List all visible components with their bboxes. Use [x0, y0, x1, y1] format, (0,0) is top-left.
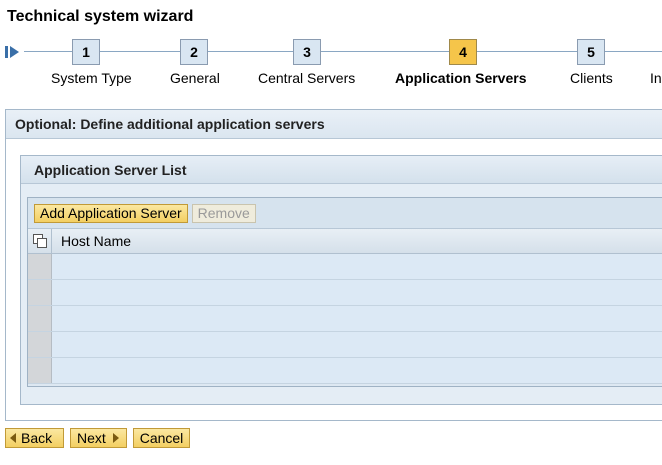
wizard-title: Technical system wizard: [7, 8, 194, 25]
row-selector[interactable]: [28, 254, 52, 279]
table-row[interactable]: [28, 332, 662, 358]
back-button-label: Back: [21, 430, 53, 446]
remove-button[interactable]: Remove: [191, 204, 256, 223]
roadmap-label-truncated[interactable]: In: [650, 70, 662, 86]
select-all-icon[interactable]: [28, 229, 52, 254]
back-button[interactable]: Back: [5, 428, 64, 448]
roadmap-label-application-servers[interactable]: Application Servers: [395, 70, 527, 86]
table-row[interactable]: [28, 306, 662, 332]
roadmap-label-clients[interactable]: Clients: [570, 70, 613, 86]
main-panel-header: Optional: Define additional application …: [6, 110, 662, 139]
row-selector[interactable]: [28, 358, 52, 383]
row-selector[interactable]: [28, 280, 52, 305]
application-server-table: Add Application Server Remove Host Name: [27, 197, 662, 387]
table-row[interactable]: [28, 280, 662, 306]
roadmap-step-4[interactable]: 4: [449, 39, 477, 65]
roadmap-step-2[interactable]: 2: [180, 39, 208, 65]
arrow-right-icon: [112, 433, 119, 444]
column-header-host-name[interactable]: Host Name: [61, 229, 131, 254]
roadmap-label-system-type[interactable]: System Type: [51, 70, 132, 86]
table-row[interactable]: [28, 358, 662, 384]
row-selector[interactable]: [28, 332, 52, 357]
table-toolbar: Add Application Server Remove: [28, 198, 662, 229]
roadmap-step-3[interactable]: 3: [293, 39, 321, 65]
table-column-header: Host Name: [28, 229, 662, 254]
roadmap: 1 2 3 4 5 System Type General Central Se…: [0, 36, 662, 94]
roadmap-line: [24, 51, 662, 52]
cancel-button[interactable]: Cancel: [133, 428, 190, 448]
application-server-list-panel: Application Server List Add Application …: [20, 155, 662, 405]
next-button-label: Next: [77, 430, 106, 446]
roadmap-label-general[interactable]: General: [170, 70, 220, 86]
roadmap-step-1[interactable]: 1: [72, 39, 100, 65]
roadmap-start-icon[interactable]: [5, 45, 23, 59]
next-button[interactable]: Next: [70, 428, 127, 448]
add-application-server-button[interactable]: Add Application Server: [34, 204, 188, 223]
roadmap-label-central-servers[interactable]: Central Servers: [258, 70, 355, 86]
arrow-left-icon: [10, 433, 16, 444]
roadmap-step-5[interactable]: 5: [577, 39, 605, 65]
main-panel: Optional: Define additional application …: [5, 109, 662, 421]
row-selector[interactable]: [28, 306, 52, 331]
application-server-list-header: Application Server List: [21, 156, 662, 184]
table-row[interactable]: [28, 254, 662, 280]
